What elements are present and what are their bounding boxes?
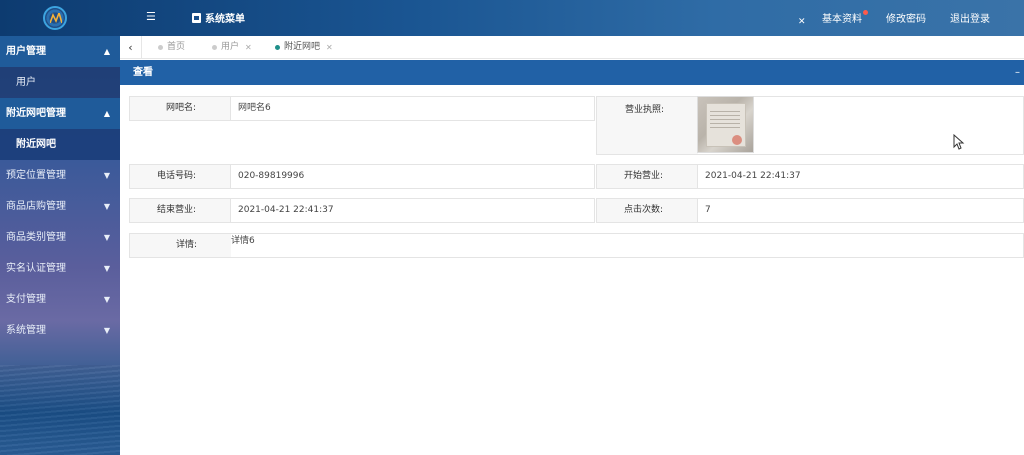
open-time-label: 开始营业: — [597, 165, 698, 188]
close-icon[interactable]: ✕ — [326, 36, 333, 59]
field-click-count: 点击次数: 7 — [596, 198, 1024, 223]
top-header: ☰ 系统菜单 基本资料 修改密码 退出登录 — [0, 0, 1024, 36]
sidebar-group-nearby-cafe[interactable]: 附近网吧管理 ▲ — [0, 98, 120, 129]
chevron-left-icon[interactable]: ‹ — [120, 36, 142, 59]
mouse-cursor-icon — [953, 134, 965, 150]
phone-value: 020-89819996 — [238, 171, 305, 181]
cafe-name-label: 网吧名: — [130, 97, 231, 120]
caret-down-icon: ▼ — [103, 233, 110, 242]
sidebar-group-payment[interactable]: 支付管理 ▼ — [0, 284, 120, 315]
tab-dot-icon — [158, 45, 163, 50]
sidebar-background-sea — [0, 365, 120, 455]
seal-icon — [732, 135, 742, 145]
change-password-link[interactable]: 修改密码 — [886, 10, 926, 25]
profile-link[interactable]: 基本资料 — [822, 10, 868, 25]
license-image[interactable] — [697, 96, 754, 153]
tabs-bar: ‹ 首页 用户 ✕ 附近网吧 ✕ — [120, 36, 1024, 59]
caret-down-icon: ▼ — [103, 264, 110, 273]
tab-nearby-cafe[interactable]: 附近网吧 ✕ — [275, 36, 333, 59]
header-actions: 基本资料 修改密码 退出登录 — [774, 10, 1024, 25]
field-cafe-name: 网吧名: 网吧名6 — [129, 96, 595, 121]
sidebar-group-system[interactable]: 系统管理 ▼ — [0, 315, 120, 346]
hamburger-icon[interactable]: ☰ — [146, 11, 158, 23]
sidebar-group-reservation[interactable]: 预定位置管理 ▼ — [0, 160, 120, 191]
details-value: 详情6 — [231, 236, 255, 246]
tab-user[interactable]: 用户 ✕ — [212, 36, 252, 59]
field-phone: 电话号码: 020-89819996 — [129, 164, 595, 189]
details-label: 详情: — [130, 234, 231, 257]
field-open-time: 开始营业: 2021-04-21 22:41:37 — [596, 164, 1024, 189]
sidebar: 用户管理 ▲ 用户 附近网吧管理 ▲ 附近网吧 预定位置管理 ▼ 商品店购管理 … — [0, 36, 120, 455]
caret-down-icon: ▼ — [103, 295, 110, 304]
caret-up-icon: ▲ — [103, 47, 110, 56]
system-menu-title[interactable]: 系统菜单 — [192, 10, 245, 25]
system-menu-label: 系统菜单 — [205, 14, 245, 25]
cafe-name-value: 网吧名6 — [238, 103, 271, 113]
notification-dot-icon — [863, 10, 868, 15]
sidebar-group-user[interactable]: 用户管理 ▲ — [0, 36, 120, 67]
phone-label: 电话号码: — [130, 165, 231, 188]
logo-icon[interactable] — [43, 6, 67, 30]
caret-down-icon: ▼ — [103, 202, 110, 211]
minimize-icon[interactable]: – — [1015, 60, 1020, 85]
caret-down-icon: ▼ — [103, 326, 110, 335]
field-details: 详情: 详情6 — [129, 233, 1024, 258]
menu-book-icon — [192, 12, 201, 23]
logo-mark-icon — [50, 13, 62, 23]
close-icon[interactable]: ✕ — [245, 36, 252, 59]
tab-dot-icon — [212, 45, 217, 50]
sidebar-group-verification[interactable]: 实名认证管理 ▼ — [0, 253, 120, 284]
panel-title: 查看 — [133, 67, 153, 78]
field-close-time: 结束营业: 2021-04-21 22:41:37 — [129, 198, 595, 223]
caret-up-icon: ▲ — [103, 109, 110, 118]
tab-dot-icon — [275, 45, 280, 50]
click-count-value: 7 — [705, 205, 711, 215]
close-time-label: 结束营业: — [130, 199, 231, 222]
caret-down-icon: ▼ — [103, 171, 110, 180]
click-count-label: 点击次数: — [597, 199, 698, 222]
sidebar-item-nearby-cafe[interactable]: 附近网吧 — [0, 129, 120, 160]
sidebar-group-goods-purchase[interactable]: 商品店购管理 ▼ — [0, 191, 120, 222]
sidebar-group-goods-category[interactable]: 商品类别管理 ▼ — [0, 222, 120, 253]
sidebar-item-user[interactable]: 用户 — [0, 67, 120, 98]
tab-home[interactable]: 首页 — [158, 36, 185, 59]
logout-link[interactable]: 退出登录 — [950, 10, 990, 25]
open-time-value: 2021-04-21 22:41:37 — [705, 171, 801, 181]
license-label: 营业执照: — [597, 97, 698, 154]
panel-header: 查看 – — [120, 60, 1024, 85]
close-time-value: 2021-04-21 22:41:37 — [238, 205, 334, 215]
header-overflow[interactable] — [1014, 12, 1024, 23]
